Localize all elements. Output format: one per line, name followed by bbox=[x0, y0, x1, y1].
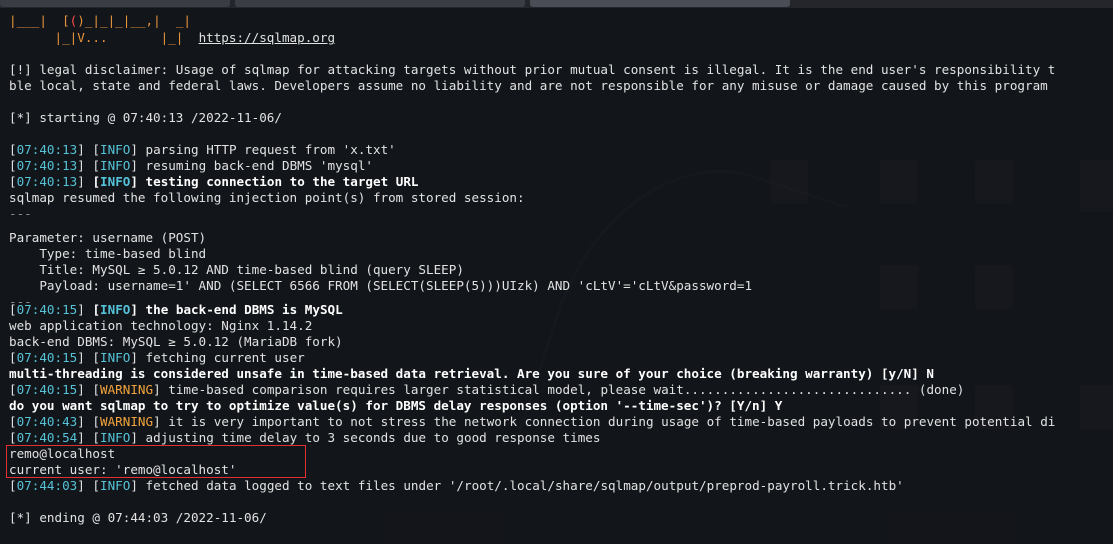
banner-url-line: |_|V... |_| https://sqlmap.org bbox=[9, 30, 336, 45]
log-line: [07:44:03] [INFO] fetched data logged to… bbox=[9, 478, 904, 493]
optimize-prompt-line: do you want sqlmap to try to optimize va… bbox=[9, 398, 783, 413]
terminal-window[interactable]: |___| [()_|_|_|__,| _| |_|V... |_| https… bbox=[0, 8, 1113, 544]
backend-line: back-end DBMS: MySQL ≥ 5.0.12 (MariaDB f… bbox=[9, 334, 343, 349]
title-line: Title: MySQL ≥ 5.0.12 AND time-based bli… bbox=[9, 262, 464, 277]
log-line: [07:40:13] [INFO] resuming back-end DBMS… bbox=[9, 158, 373, 173]
log-line: [07:40:15] [WARNING] time-based comparis… bbox=[9, 382, 965, 397]
ending-line: [*] ending @ 07:44:03 /2022-11-06/ bbox=[9, 510, 267, 525]
multithread-prompt-line: multi-threading is considered unsafe in … bbox=[9, 366, 935, 381]
type-line: Type: time-based blind bbox=[9, 246, 207, 261]
log-line: [07:40:13] [INFO] parsing HTTP request f… bbox=[9, 142, 396, 157]
background-browser-tabs bbox=[0, 0, 1113, 8]
background-tab bbox=[235, 0, 525, 7]
sqlmap-url-link[interactable]: https://sqlmap.org bbox=[199, 30, 335, 45]
separator-line: --- bbox=[9, 206, 32, 221]
log-line: [07:40:43] [WARNING] it is very importan… bbox=[9, 414, 1056, 429]
log-line: [07:40:15] [INFO] the back-end DBMS is M… bbox=[9, 302, 343, 317]
log-line: [07:40:13] [INFO] testing connection to … bbox=[9, 174, 419, 189]
background-tab bbox=[0, 0, 230, 7]
payload-line: Payload: username=1' AND (SELECT 6566 FR… bbox=[9, 278, 753, 293]
parameter-line: Parameter: username (POST) bbox=[9, 230, 207, 245]
background-tab bbox=[530, 0, 790, 7]
disclaimer-line: [!] legal disclaimer: Usage of sqlmap fo… bbox=[9, 62, 1056, 77]
log-line: [07:40:54] [INFO] adjusting time delay t… bbox=[9, 430, 601, 445]
starting-line: [*] starting @ 07:40:13 /2022-11-06/ bbox=[9, 110, 282, 125]
result-line: remo@localhost bbox=[9, 446, 116, 461]
banner-art-line: |___| [()_|_|_|__,| _| bbox=[9, 13, 191, 28]
log-line: [07:40:15] [INFO] fetching current user bbox=[9, 350, 305, 365]
disclaimer-line: ble local, state and federal laws. Devel… bbox=[9, 78, 1048, 93]
resumed-line: sqlmap resumed the following injection p… bbox=[9, 190, 525, 205]
webtech-line: web application technology: Nginx 1.14.2 bbox=[9, 318, 313, 333]
current-user-line: current user: 'remo@localhost' bbox=[9, 462, 237, 477]
